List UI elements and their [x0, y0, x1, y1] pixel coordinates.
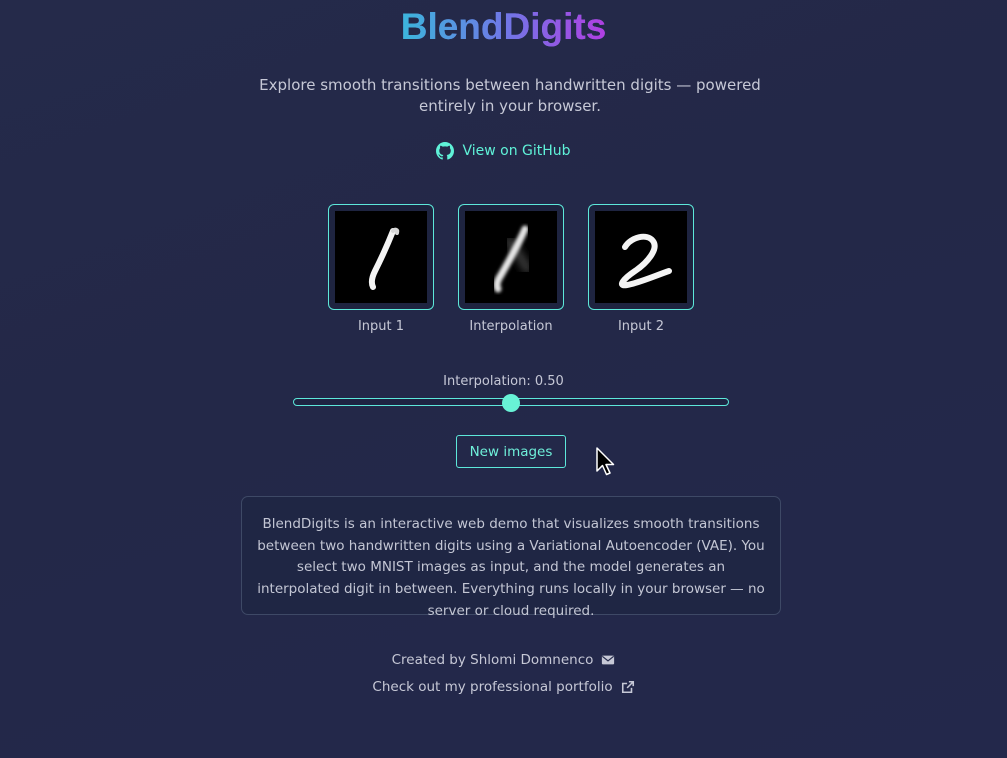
author-credit[interactable]: Created by Shlomi Domnenco: [0, 652, 1007, 668]
input-2-frame[interactable]: [588, 204, 694, 310]
github-link[interactable]: View on GitHub: [0, 142, 1007, 160]
input-1-frame[interactable]: [328, 204, 434, 310]
app-title: BlendDigits: [0, 6, 1007, 48]
interpolation-frame: [458, 204, 564, 310]
external-link-icon: [621, 680, 634, 694]
input-2-card[interactable]: Input 2: [587, 204, 695, 334]
portfolio-link[interactable]: Check out my professional portfolio: [0, 679, 1007, 695]
interpolation-slider-thumb[interactable]: [502, 394, 520, 412]
input-1-card[interactable]: Input 1: [327, 204, 435, 334]
github-link-label: View on GitHub: [462, 143, 571, 159]
interpolation-card: Interpolation: [457, 204, 565, 334]
mouse-pointer-icon: [596, 447, 615, 476]
author-credit-label: Created by Shlomi Domnenco: [391, 652, 594, 668]
slider-label: Interpolation: 0.50: [443, 374, 564, 389]
interpolation-image: [465, 211, 557, 303]
input-1-image: [335, 211, 427, 303]
interpolation-label: Interpolation: [469, 319, 553, 334]
digit-gallery: Input 1 Interpolation Input 2: [327, 204, 695, 334]
input-2-image: [595, 211, 687, 303]
input-2-label: Input 2: [617, 319, 665, 334]
new-images-button[interactable]: New images: [456, 435, 566, 468]
input-1-label: Input 1: [357, 319, 405, 334]
portfolio-link-label: Check out my professional portfolio: [372, 679, 613, 695]
app-subtitle: Explore smooth transitions between handw…: [259, 76, 761, 115]
envelope-icon[interactable]: [601, 653, 615, 667]
about-panel: BlendDigits is an interactive web demo t…: [241, 496, 781, 619]
github-icon: [436, 142, 455, 160]
